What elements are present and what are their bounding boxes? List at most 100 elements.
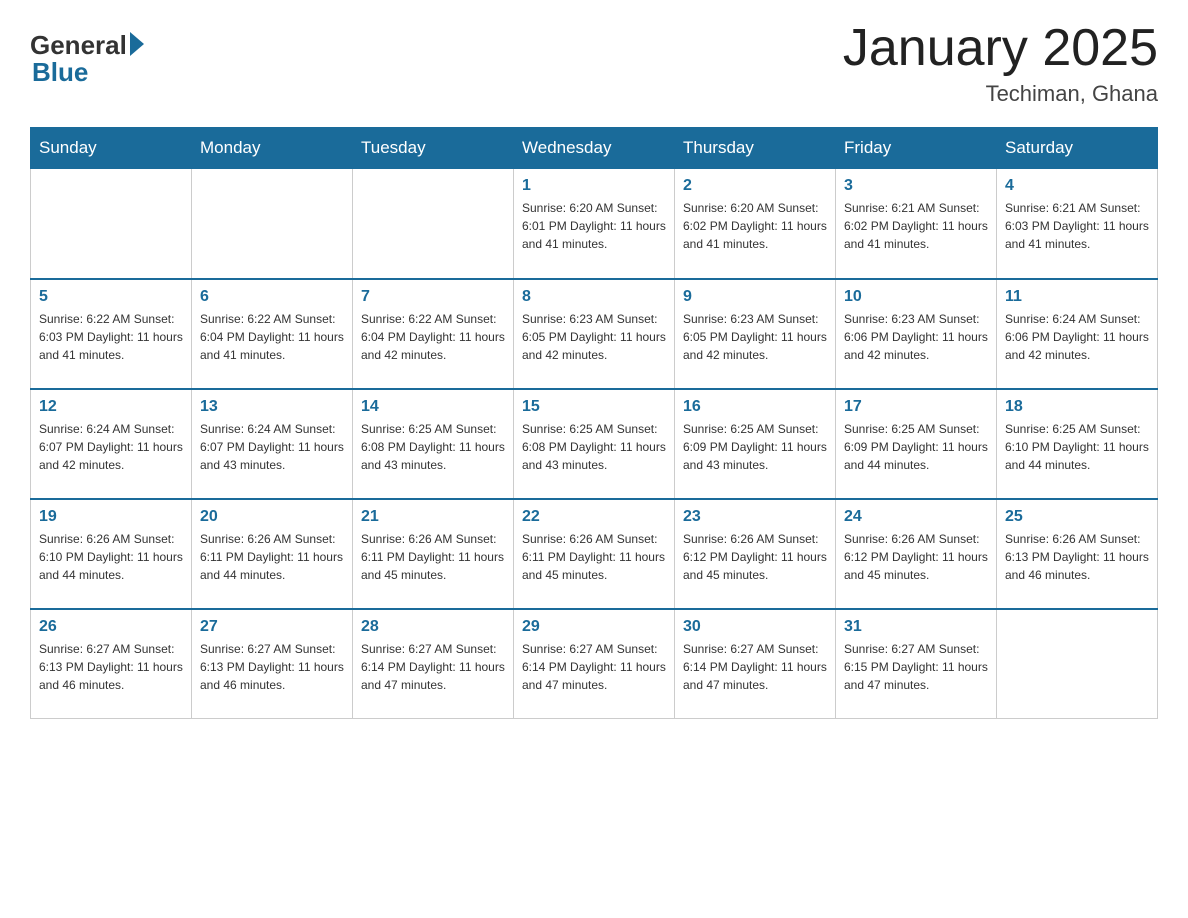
day-info: Sunrise: 6:27 AM Sunset: 6:15 PM Dayligh… — [844, 640, 988, 694]
calendar-cell: 7Sunrise: 6:22 AM Sunset: 6:04 PM Daylig… — [353, 279, 514, 389]
calendar-week-row: 26 Sunrise: 6:27 AM Sunset: 6:13 PM Dayli… — [31, 609, 1158, 719]
calendar-cell: 8 Sunrise: 6:23 AM Sunset: 6:05 PM Daylig… — [514, 279, 675, 389]
title-section: January 2025 Techiman, Ghana — [843, 20, 1158, 107]
day-info: Sunrise: 6:27 AM Sunset: 6:14 PM Dayligh… — [361, 640, 505, 694]
day-of-week-header: Saturday — [997, 128, 1158, 169]
calendar-cell: 6 Sunrise: 6:22 AM Sunset: 6:04 PM Daylig… — [192, 279, 353, 389]
calendar-cell: 4 Sunrise: 6:21 AM Sunset: 6:03 PM Daylig… — [997, 169, 1158, 279]
day-info: Sunrise: 6:25 AM Sunset: 6:08 PM Dayligh… — [361, 420, 505, 474]
calendar-cell: 22 Sunrise: 6:26 AM Sunset: 6:11 PM Dayli… — [514, 499, 675, 609]
day-of-week-header: Sunday — [31, 128, 192, 169]
calendar-cell: 14 Sunrise: 6:25 AM Sunset: 6:08 PM Dayli… — [353, 389, 514, 499]
calendar-cell: 25Sunrise: 6:26 AM Sunset: 6:13 PM Dayli… — [997, 499, 1158, 609]
day-number: 30 — [683, 618, 827, 636]
calendar-week-row: 1 Sunrise: 6:20 AM Sunset: 6:01 PM Daylig… — [31, 169, 1158, 279]
calendar-cell: 5Sunrise: 6:22 AM Sunset: 6:03 PM Daylig… — [31, 279, 192, 389]
day-of-week-header: Friday — [836, 128, 997, 169]
day-of-week-header: Monday — [192, 128, 353, 169]
day-info: Sunrise: 6:23 AM Sunset: 6:05 PM Dayligh… — [683, 310, 827, 364]
day-info: Sunrise: 6:27 AM Sunset: 6:13 PM Dayligh… — [39, 640, 183, 694]
day-info: Sunrise: 6:26 AM Sunset: 6:11 PM Dayligh… — [522, 530, 666, 584]
calendar-cell: 18Sunrise: 6:25 AM Sunset: 6:10 PM Dayli… — [997, 389, 1158, 499]
calendar-cell — [31, 169, 192, 279]
calendar-cell: 11Sunrise: 6:24 AM Sunset: 6:06 PM Dayli… — [997, 279, 1158, 389]
day-number: 11 — [1005, 288, 1149, 306]
day-info: Sunrise: 6:23 AM Sunset: 6:05 PM Dayligh… — [522, 310, 666, 364]
day-info: Sunrise: 6:27 AM Sunset: 6:13 PM Dayligh… — [200, 640, 344, 694]
day-info: Sunrise: 6:25 AM Sunset: 6:10 PM Dayligh… — [1005, 420, 1149, 474]
logo-arrow-icon — [130, 32, 144, 56]
calendar-week-row: 5Sunrise: 6:22 AM Sunset: 6:03 PM Daylig… — [31, 279, 1158, 389]
day-number: 2 — [683, 177, 827, 195]
day-number: 20 — [200, 508, 344, 526]
day-number: 28 — [361, 618, 505, 636]
day-info: Sunrise: 6:21 AM Sunset: 6:03 PM Dayligh… — [1005, 199, 1149, 253]
calendar-cell: 15 Sunrise: 6:25 AM Sunset: 6:08 PM Dayli… — [514, 389, 675, 499]
day-info: Sunrise: 6:26 AM Sunset: 6:11 PM Dayligh… — [361, 530, 505, 584]
calendar-cell: 3 Sunrise: 6:21 AM Sunset: 6:02 PM Daylig… — [836, 169, 997, 279]
calendar-cell: 27 Sunrise: 6:27 AM Sunset: 6:13 PM Dayli… — [192, 609, 353, 719]
calendar-cell — [192, 169, 353, 279]
calendar-cell: 23Sunrise: 6:26 AM Sunset: 6:12 PM Dayli… — [675, 499, 836, 609]
day-of-week-header: Thursday — [675, 128, 836, 169]
day-info: Sunrise: 6:27 AM Sunset: 6:14 PM Dayligh… — [683, 640, 827, 694]
calendar-cell — [997, 609, 1158, 719]
day-info: Sunrise: 6:27 AM Sunset: 6:14 PM Dayligh… — [522, 640, 666, 694]
location-text: Techiman, Ghana — [843, 81, 1158, 107]
calendar-cell: 20 Sunrise: 6:26 AM Sunset: 6:11 PM Dayli… — [192, 499, 353, 609]
calendar-cell: 31 Sunrise: 6:27 AM Sunset: 6:15 PM Dayli… — [836, 609, 997, 719]
calendar-cell: 24 Sunrise: 6:26 AM Sunset: 6:12 PM Dayli… — [836, 499, 997, 609]
day-number: 26 — [39, 618, 183, 636]
day-number: 6 — [200, 288, 344, 306]
day-number: 5 — [39, 288, 183, 306]
day-number: 1 — [522, 177, 666, 195]
day-number: 19 — [39, 508, 183, 526]
logo-blue-text: Blue — [32, 57, 88, 88]
day-info: Sunrise: 6:26 AM Sunset: 6:10 PM Dayligh… — [39, 530, 183, 584]
day-info: Sunrise: 6:24 AM Sunset: 6:07 PM Dayligh… — [200, 420, 344, 474]
calendar-cell: 13 Sunrise: 6:24 AM Sunset: 6:07 PM Dayli… — [192, 389, 353, 499]
calendar-cell: 17Sunrise: 6:25 AM Sunset: 6:09 PM Dayli… — [836, 389, 997, 499]
calendar-cell: 10 Sunrise: 6:23 AM Sunset: 6:06 PM Dayli… — [836, 279, 997, 389]
day-info: Sunrise: 6:22 AM Sunset: 6:04 PM Dayligh… — [200, 310, 344, 364]
day-number: 21 — [361, 508, 505, 526]
day-number: 3 — [844, 177, 988, 195]
day-info: Sunrise: 6:26 AM Sunset: 6:12 PM Dayligh… — [683, 530, 827, 584]
day-number: 9 — [683, 288, 827, 306]
day-number: 27 — [200, 618, 344, 636]
calendar-header-row: SundayMondayTuesdayWednesdayThursdayFrid… — [31, 128, 1158, 169]
day-info: Sunrise: 6:25 AM Sunset: 6:08 PM Dayligh… — [522, 420, 666, 474]
day-number: 15 — [522, 398, 666, 416]
calendar-cell: 16Sunrise: 6:25 AM Sunset: 6:09 PM Dayli… — [675, 389, 836, 499]
day-number: 10 — [844, 288, 988, 306]
calendar-cell: 9 Sunrise: 6:23 AM Sunset: 6:05 PM Daylig… — [675, 279, 836, 389]
day-info: Sunrise: 6:20 AM Sunset: 6:02 PM Dayligh… — [683, 199, 827, 253]
day-number: 14 — [361, 398, 505, 416]
logo: General Blue — [30, 30, 144, 88]
calendar-cell: 12 Sunrise: 6:24 AM Sunset: 6:07 PM Dayli… — [31, 389, 192, 499]
day-number: 17 — [844, 398, 988, 416]
day-number: 8 — [522, 288, 666, 306]
day-info: Sunrise: 6:23 AM Sunset: 6:06 PM Dayligh… — [844, 310, 988, 364]
day-number: 12 — [39, 398, 183, 416]
day-number: 13 — [200, 398, 344, 416]
calendar-cell: 28 Sunrise: 6:27 AM Sunset: 6:14 PM Dayli… — [353, 609, 514, 719]
day-number: 16 — [683, 398, 827, 416]
day-number: 25 — [1005, 508, 1149, 526]
calendar-table: SundayMondayTuesdayWednesdayThursdayFrid… — [30, 127, 1158, 719]
month-title: January 2025 — [843, 20, 1158, 77]
calendar-cell: 29Sunrise: 6:27 AM Sunset: 6:14 PM Dayli… — [514, 609, 675, 719]
calendar-cell: 26 Sunrise: 6:27 AM Sunset: 6:13 PM Dayli… — [31, 609, 192, 719]
day-info: Sunrise: 6:26 AM Sunset: 6:11 PM Dayligh… — [200, 530, 344, 584]
day-number: 22 — [522, 508, 666, 526]
day-info: Sunrise: 6:20 AM Sunset: 6:01 PM Dayligh… — [522, 199, 666, 253]
day-of-week-header: Wednesday — [514, 128, 675, 169]
day-info: Sunrise: 6:21 AM Sunset: 6:02 PM Dayligh… — [844, 199, 988, 253]
day-number: 31 — [844, 618, 988, 636]
day-number: 24 — [844, 508, 988, 526]
day-info: Sunrise: 6:24 AM Sunset: 6:07 PM Dayligh… — [39, 420, 183, 474]
day-number: 4 — [1005, 177, 1149, 195]
calendar-week-row: 19 Sunrise: 6:26 AM Sunset: 6:10 PM Dayli… — [31, 499, 1158, 609]
calendar-cell: 1 Sunrise: 6:20 AM Sunset: 6:01 PM Daylig… — [514, 169, 675, 279]
day-info: Sunrise: 6:26 AM Sunset: 6:12 PM Dayligh… — [844, 530, 988, 584]
